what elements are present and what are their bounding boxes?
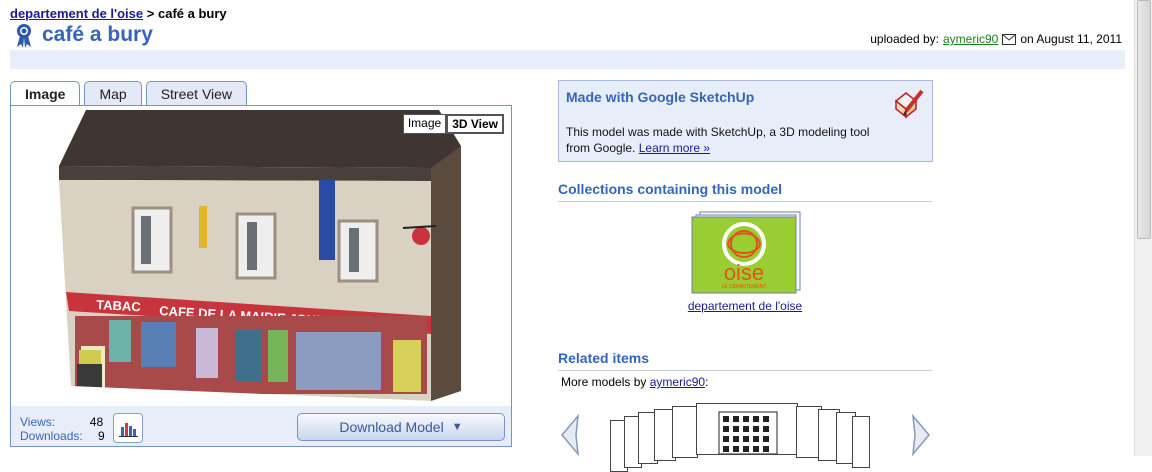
sketchup-title: Made with Google SketchUp [566, 89, 755, 105]
scrollbar-thumb[interactable] [1137, 0, 1151, 239]
breadcrumb-separator: > [146, 6, 155, 21]
breadcrumb: departement de l'oise > café a bury [10, 6, 227, 21]
stats: Views: 48 Downloads: 9 [20, 415, 105, 443]
envelope-icon[interactable] [1002, 33, 1017, 45]
upload-date: on August 11, 2011 [1020, 32, 1122, 46]
oise-logo-subtext: LE DÉPARTEMENT [722, 283, 767, 290]
related-item-card[interactable] [852, 416, 870, 468]
tab-map[interactable]: Map [84, 81, 142, 105]
related-user-link[interactable]: aymeric90 [650, 375, 705, 389]
sketchup-info-box: Made with Google SketchUp This model was… [558, 80, 933, 162]
learn-more-link[interactable]: Learn more » [639, 141, 710, 155]
view-toggle: Image 3D View [402, 114, 504, 134]
page-title: café a bury [42, 23, 153, 46]
download-label: Download Model [339, 419, 444, 435]
award-ribbon-icon [17, 24, 31, 48]
view-toggle-image[interactable]: Image [402, 114, 447, 134]
uploaded-info: uploaded by: aymeric90 on August 11, 201… [870, 32, 1122, 46]
sketchup-pencil-icon [894, 89, 924, 119]
download-model-button[interactable]: Download Model ▼ [297, 413, 505, 441]
uploader-link[interactable]: aymeric90 [943, 32, 998, 46]
downloads-count: 9 [98, 429, 105, 443]
stats-chart-button[interactable] [113, 413, 143, 443]
stats-bar: Views: 48 Downloads: 9 Download Model ▼ [10, 406, 512, 447]
views-count: 48 [89, 415, 104, 429]
uploaded-prefix: uploaded by: [870, 32, 939, 46]
header-bar [10, 50, 1125, 69]
tab-street-view[interactable]: Street View [145, 81, 248, 105]
related-carousel [558, 400, 932, 472]
model-preview-image: TABAC CAFE DE LA MAIRIE JOURNAUX [11, 110, 511, 406]
view-tabs: Image Map Street View [10, 81, 248, 106]
sketchup-description: This model was made with SketchUp, a 3D … [566, 124, 886, 156]
sketchup-text: This model was made with SketchUp, a 3D … [566, 125, 870, 155]
view-toggle-3d[interactable]: 3D View [446, 114, 504, 134]
collection-link[interactable]: departement de l'oise [688, 299, 802, 313]
collections-heading: Collections containing this model [558, 181, 932, 202]
more-models-line: More models by aymeric90: [561, 375, 708, 389]
page-scrollbar[interactable] [1134, 0, 1152, 456]
model-sign-tabac: TABAC [96, 297, 142, 314]
collection-thumbnail[interactable]: oise LE DÉPARTEMENT [690, 210, 804, 301]
chevron-left-icon[interactable] [560, 414, 580, 456]
related-item-card[interactable] [672, 406, 698, 458]
model-viewer[interactable]: TABAC CAFE DE LA MAIRIE JOURNAUX Image 3… [10, 105, 512, 407]
more-models-suffix: : [705, 375, 709, 389]
title-row: café a bury [14, 22, 153, 48]
chevron-right-icon[interactable] [911, 414, 931, 456]
oise-logo-text: oise [724, 260, 764, 285]
downloads-label: Downloads: [20, 429, 83, 443]
views-label: Views: [20, 415, 56, 429]
breadcrumb-current: café a bury [157, 6, 227, 21]
collection-link-wrap: departement de l'oise [558, 299, 932, 313]
related-heading: Related items [558, 350, 932, 371]
tab-image[interactable]: Image [10, 81, 81, 106]
related-item-card-featured[interactable] [696, 403, 798, 455]
more-models-prefix: More models by [561, 375, 647, 389]
chevron-down-icon: ▼ [451, 421, 463, 433]
bar-chart-icon [119, 423, 138, 437]
breadcrumb-link-parent[interactable]: departement de l'oise [10, 6, 143, 21]
related-building-thumb [718, 411, 778, 455]
